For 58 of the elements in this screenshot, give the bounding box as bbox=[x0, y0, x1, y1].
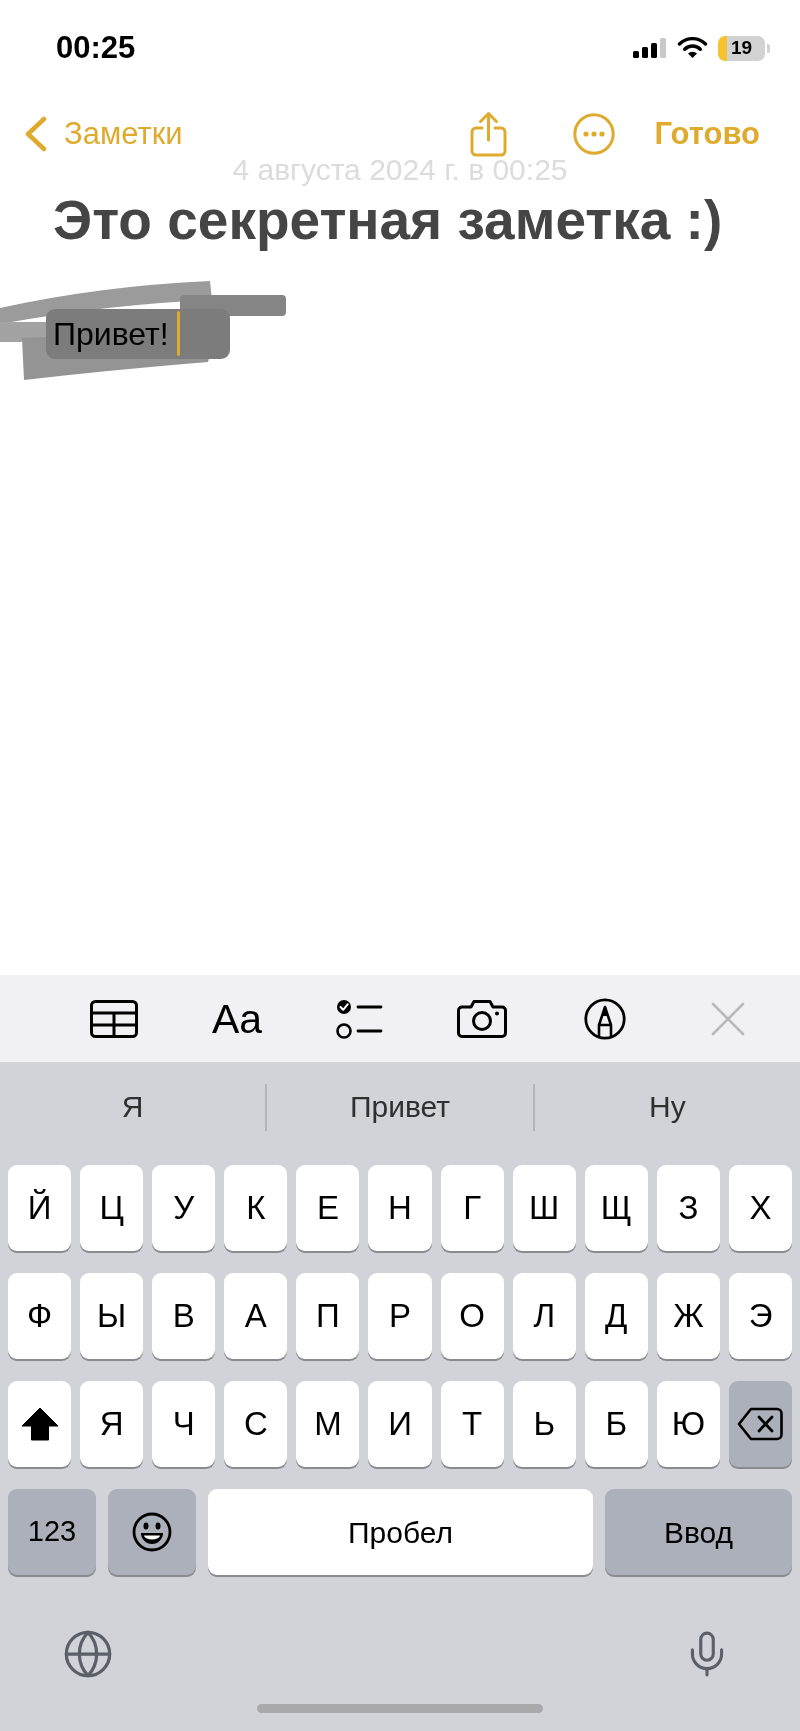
back-label: Заметки bbox=[64, 116, 183, 152]
status-time: 00:25 bbox=[56, 33, 136, 63]
text-cursor bbox=[176, 311, 180, 356]
signal-icon bbox=[633, 38, 667, 58]
letter-key[interactable]: Ч bbox=[152, 1381, 216, 1467]
letter-key[interactable]: Х bbox=[728, 1165, 793, 1251]
pen-in-circle-icon[interactable] bbox=[584, 997, 626, 1040]
letter-key[interactable]: Э bbox=[728, 1273, 793, 1359]
letter-key[interactable]: Й bbox=[8, 1165, 72, 1251]
letter-key[interactable]: Т bbox=[440, 1381, 504, 1467]
camera-icon[interactable] bbox=[457, 998, 508, 1039]
note-title: Это секретная заметка :) bbox=[52, 189, 724, 251]
emoji-key[interactable] bbox=[108, 1489, 196, 1575]
letter-key[interactable]: Ц bbox=[80, 1165, 144, 1251]
chevron-left-icon bbox=[24, 116, 48, 152]
letter-key[interactable]: Р bbox=[368, 1273, 432, 1359]
shift-key[interactable] bbox=[8, 1381, 72, 1467]
note-body-text: Привет! bbox=[53, 314, 169, 354]
letter-key[interactable]: К bbox=[224, 1165, 288, 1251]
letter-key[interactable]: М bbox=[296, 1381, 360, 1467]
letter-key[interactable]: Ф bbox=[8, 1273, 72, 1359]
letter-key[interactable]: Ы bbox=[80, 1273, 144, 1359]
letter-key[interactable]: Ж bbox=[656, 1273, 720, 1359]
shift-arrow-icon bbox=[19, 1406, 60, 1442]
letter-key[interactable]: Е bbox=[296, 1165, 360, 1251]
globe-icon[interactable] bbox=[62, 1628, 114, 1680]
letter-key[interactable]: П bbox=[296, 1273, 360, 1359]
letter-key[interactable]: Ш bbox=[512, 1165, 576, 1251]
backspace-icon bbox=[737, 1407, 784, 1441]
letter-key[interactable]: В bbox=[152, 1273, 216, 1359]
numbers-key[interactable]: 123 bbox=[8, 1489, 96, 1575]
letter-key[interactable]: Д bbox=[584, 1273, 648, 1359]
letter-key[interactable]: У bbox=[152, 1165, 216, 1251]
checklist-icon[interactable] bbox=[336, 998, 384, 1039]
letter-key[interactable]: З bbox=[656, 1165, 720, 1251]
letter-key[interactable]: С bbox=[224, 1381, 288, 1467]
letter-key[interactable]: Н bbox=[368, 1165, 432, 1251]
letter-key[interactable]: Ь bbox=[512, 1381, 576, 1467]
battery-level-text: 19 bbox=[730, 37, 753, 59]
suggestion-item[interactable]: Я bbox=[121, 1089, 144, 1125]
smiley-icon bbox=[132, 1512, 172, 1552]
letter-key[interactable]: Ю bbox=[656, 1381, 720, 1467]
letter-key[interactable]: Б bbox=[584, 1381, 648, 1467]
letter-key[interactable]: О bbox=[440, 1273, 504, 1359]
letter-key[interactable]: Г bbox=[440, 1165, 504, 1251]
format-button[interactable]: Aa bbox=[211, 996, 263, 1041]
table-icon[interactable] bbox=[90, 999, 139, 1038]
wifi-icon bbox=[677, 37, 708, 59]
return-key[interactable]: Ввод bbox=[605, 1489, 792, 1575]
space-key[interactable]: Пробел bbox=[208, 1489, 593, 1575]
delete-key[interactable] bbox=[728, 1381, 793, 1467]
suggestion-item[interactable]: Привет bbox=[349, 1089, 450, 1125]
letter-key[interactable]: Я bbox=[80, 1381, 144, 1467]
letter-key[interactable]: А bbox=[224, 1273, 288, 1359]
letter-key[interactable]: Л bbox=[512, 1273, 576, 1359]
suggestion-item[interactable]: Ну bbox=[649, 1089, 686, 1125]
letter-key[interactable]: И bbox=[368, 1381, 432, 1467]
letter-key[interactable]: Щ bbox=[584, 1165, 648, 1251]
